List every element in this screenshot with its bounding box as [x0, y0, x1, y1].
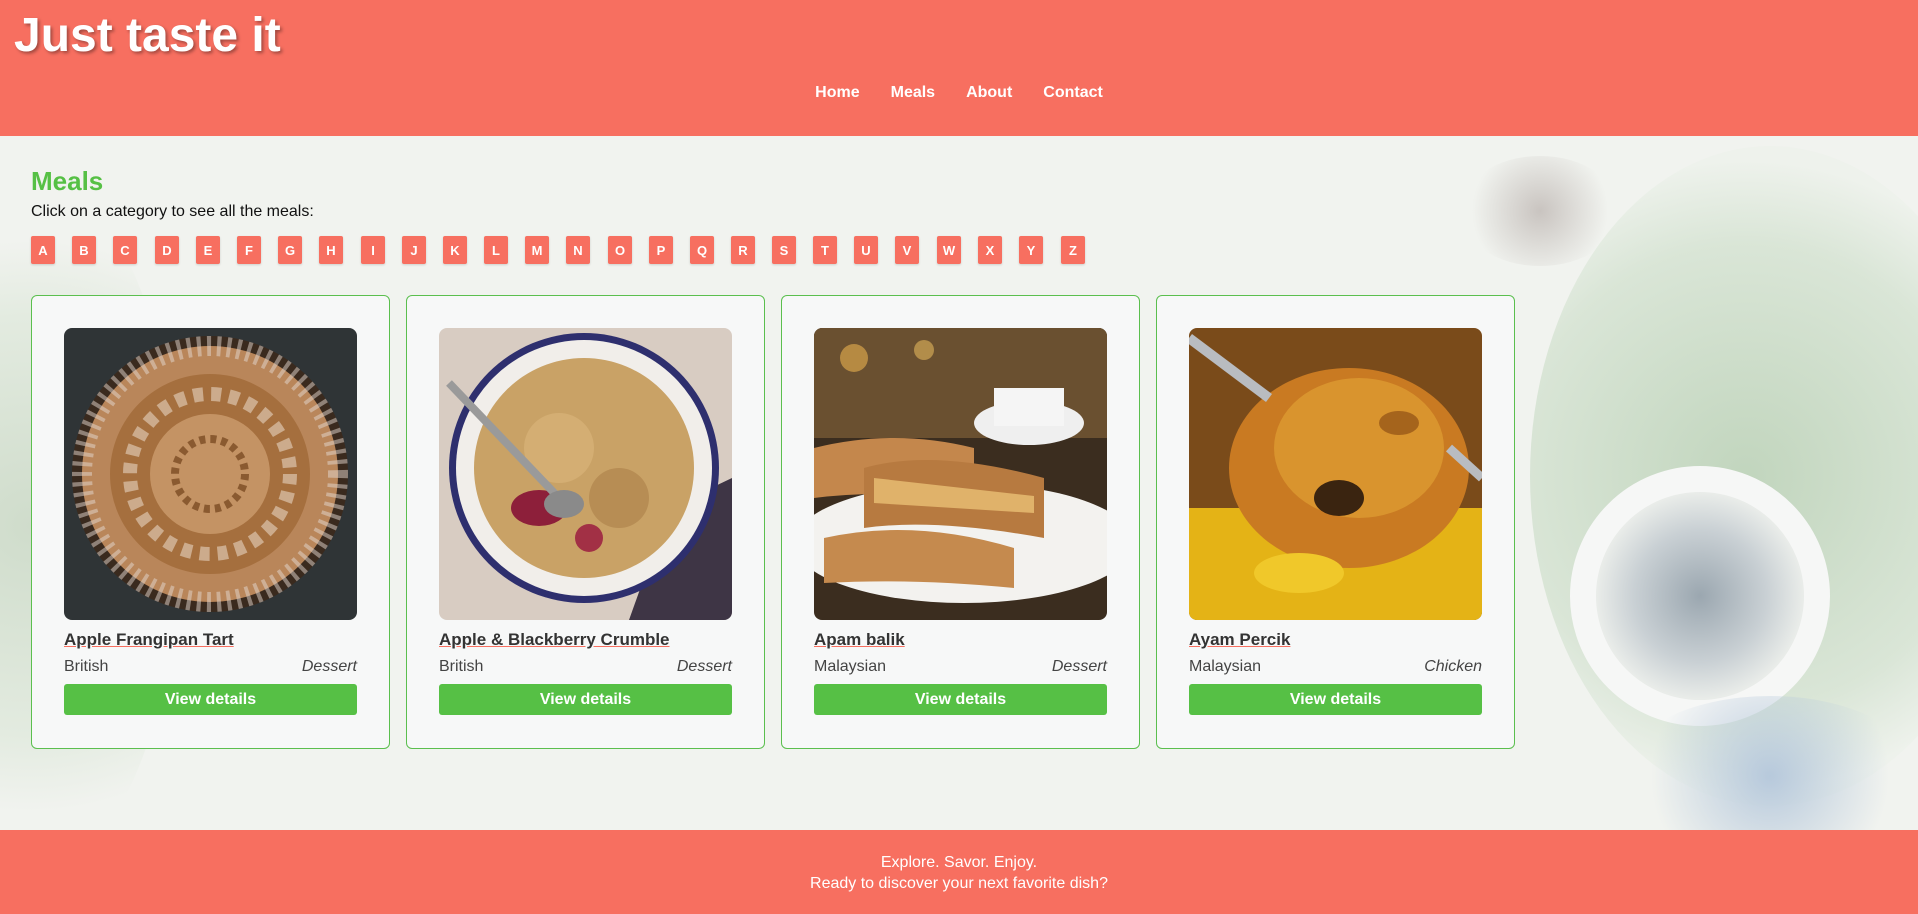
letter-filter-z[interactable]: Z [1061, 236, 1085, 264]
site-header: Just taste it Home Meals About Contact [0, 0, 1918, 136]
meal-meta: British Dessert [439, 658, 732, 676]
letter-filter-r[interactable]: R [731, 236, 755, 264]
letter-filter-l[interactable]: L [484, 236, 508, 264]
letter-filter-e[interactable]: E [196, 236, 220, 264]
view-details-button[interactable]: View details [814, 684, 1107, 715]
letter-filter-m[interactable]: M [525, 236, 549, 264]
tart-image [64, 328, 357, 620]
meal-meta: Malaysian Dessert [814, 658, 1107, 676]
meal-name[interactable]: Apple & Blackberry Crumble [439, 630, 670, 650]
view-details-button[interactable]: View details [1189, 684, 1482, 715]
letter-filter-f[interactable]: F [237, 236, 261, 264]
nav-home[interactable]: Home [815, 84, 859, 102]
letter-filter-n[interactable]: N [566, 236, 590, 264]
letter-filter-d[interactable]: D [155, 236, 179, 264]
meal-area: Malaysian [814, 658, 887, 675]
meal-area: British [439, 658, 484, 675]
letter-filter-j[interactable]: J [402, 236, 426, 264]
page-subtitle: Click on a category to see all the meals… [31, 203, 314, 220]
nav-about[interactable]: About [966, 84, 1012, 102]
footer-message: Ready to discover your next favorite dis… [810, 875, 1108, 892]
letter-filter-h[interactable]: H [319, 236, 343, 264]
meal-name[interactable]: Ayam Percik [1189, 630, 1290, 650]
meal-category: Dessert [301, 658, 357, 675]
page-title: Meals [31, 166, 104, 196]
background-mushroom-image [1460, 156, 1620, 266]
letter-filter-a[interactable]: A [31, 236, 55, 264]
view-details-button[interactable]: View details [439, 684, 732, 715]
meal-image[interactable] [439, 328, 732, 620]
meal-image[interactable] [64, 328, 357, 620]
meal-card: Apple & Blackberry Crumble British Desse… [406, 295, 765, 749]
letter-filter-g[interactable]: G [278, 236, 302, 264]
meal-card: Apam balik Malaysian Dessert View detail… [781, 295, 1140, 749]
meal-name[interactable]: Apam balik [814, 630, 905, 650]
site-footer: Explore. Savor. Enjoy. Ready to discover… [0, 830, 1918, 914]
letter-filter-b[interactable]: B [72, 236, 96, 264]
letter-filter-o[interactable]: O [608, 236, 632, 264]
apam-balik-image [814, 328, 1107, 620]
meal-image[interactable] [1189, 328, 1482, 620]
nav-contact[interactable]: Contact [1043, 84, 1103, 102]
meal-list: Apple Frangipan Tart British Dessert Vie… [31, 295, 1515, 749]
letter-filter-x[interactable]: X [978, 236, 1002, 264]
meal-meta: Malaysian Chicken [1189, 658, 1482, 676]
meal-name[interactable]: Apple Frangipan Tart [64, 630, 234, 650]
main-nav: Home Meals About Contact [0, 84, 1918, 102]
ayam-percik-image [1189, 328, 1482, 620]
site-title[interactable]: Just taste it [14, 8, 281, 63]
meal-meta: British Dessert [64, 658, 357, 676]
letter-filter-v[interactable]: V [895, 236, 919, 264]
meal-card: Apple Frangipan Tart British Dessert Vie… [31, 295, 390, 749]
letter-filter-i[interactable]: I [361, 236, 385, 264]
background-sauce-bowl-image [1570, 466, 1830, 726]
letter-filter-p[interactable]: P [649, 236, 673, 264]
meal-category: Dessert [1051, 658, 1107, 675]
meal-area: British [64, 658, 109, 675]
crumble-image [439, 328, 732, 620]
footer-tagline: Explore. Savor. Enjoy. [880, 854, 1038, 871]
meal-area: Malaysian [1189, 658, 1262, 675]
meal-category: Dessert [676, 658, 732, 675]
main-content: Meals Click on a category to see all the… [0, 136, 1918, 830]
letter-filter-c[interactable]: C [113, 236, 137, 264]
meal-card: Ayam Percik Malaysian Chicken View detai… [1156, 295, 1515, 749]
meal-category: Chicken [1424, 658, 1482, 675]
nav-meals[interactable]: Meals [891, 84, 935, 102]
meal-image[interactable] [814, 328, 1107, 620]
letter-filter-s[interactable]: S [772, 236, 796, 264]
view-details-button[interactable]: View details [64, 684, 357, 715]
letter-filter-u[interactable]: U [854, 236, 878, 264]
letter-filter-q[interactable]: Q [690, 236, 714, 264]
letter-filter-t[interactable]: T [813, 236, 837, 264]
letter-filter-w[interactable]: W [937, 236, 961, 264]
letter-filter-k[interactable]: K [443, 236, 467, 264]
letter-filter-y[interactable]: Y [1019, 236, 1043, 264]
